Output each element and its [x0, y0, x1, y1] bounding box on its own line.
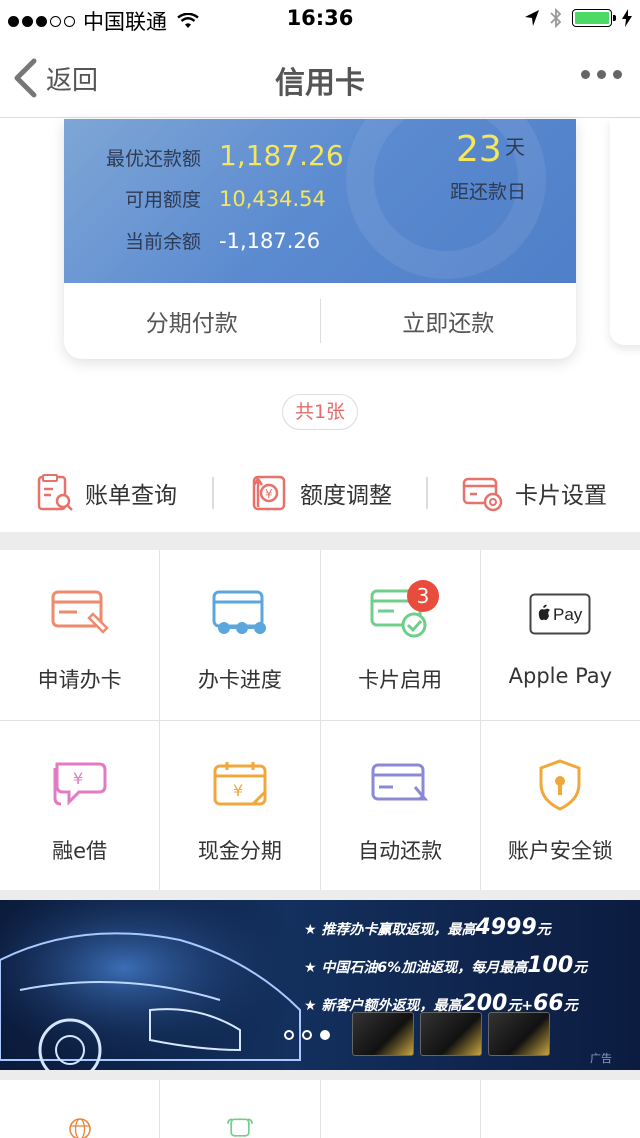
svg-text:¥: ¥: [265, 487, 273, 501]
grid-item-label: 融e借: [52, 839, 108, 863]
charging-icon: [622, 9, 632, 27]
card-progress-icon: [212, 590, 266, 634]
available-credit-value: 10,434.54: [219, 187, 326, 211]
repay-now-button[interactable]: 立即还款: [321, 304, 577, 338]
page-title: 信用卡: [275, 66, 365, 101]
available-credit-label: 可用额度: [124, 189, 201, 211]
grid-item-empty: [320, 1080, 480, 1138]
grid-item-label: 账户安全锁: [507, 839, 613, 863]
svg-text:Pay: Pay: [553, 605, 583, 624]
min-payment-label: 最优还款额: [105, 148, 201, 170]
next-card-peek[interactable]: [610, 119, 640, 345]
status-bar: 中国联通 16:36: [0, 0, 640, 40]
card-images: [352, 1012, 550, 1056]
current-balance-label: 当前余额: [124, 231, 201, 253]
cash-installment-icon: ¥: [213, 762, 267, 806]
promo-line-1: ★ 推荐办卡赢取返现，最高4999元: [304, 915, 551, 940]
credit-card-summary[interactable]: 最优还款额 1,187.26 可用额度 10,434.54 当前余额 -1,18…: [64, 119, 576, 359]
battery-icon: [572, 9, 616, 27]
grid-item-e-loan[interactable]: ¥ 融e借: [0, 721, 160, 891]
notification-badge: 3: [407, 580, 439, 612]
due-date-label: 距还款日: [450, 181, 527, 203]
svg-text:¥: ¥: [233, 781, 243, 800]
section-divider: [0, 1070, 640, 1080]
bill-query-icon: [37, 474, 73, 511]
limit-adjust-label: 额度调整: [300, 483, 392, 509]
grid-item-apply-card[interactable]: 申请办卡: [0, 550, 160, 720]
grid-item-card-progress[interactable]: 办卡进度: [160, 550, 320, 720]
grid-item-label: 自动还款: [358, 839, 443, 863]
service-grid-2: [0, 1080, 640, 1138]
card-image: [488, 1012, 550, 1056]
min-payment-value: 1,187.26: [219, 139, 344, 172]
service-grid: 申请办卡 办卡进度 卡片启用 Pay Apple Pay ¥ 融e借 ¥ 现金分…: [0, 550, 640, 891]
apple-pay-icon: Pay: [529, 593, 591, 635]
grid-item-service[interactable]: [160, 1080, 320, 1138]
grid-item-card-activate[interactable]: 卡片启用: [320, 550, 480, 720]
section-divider: [0, 532, 640, 550]
card-carousel[interactable]: 最优还款额 1,187.26 可用额度 10,434.54 当前余额 -1,18…: [0, 119, 640, 379]
grid-item-label: Apple Pay: [508, 664, 613, 688]
loan-icon: ¥: [53, 762, 107, 806]
grid-item-label: 办卡进度: [197, 668, 282, 692]
card-count-badge: 共1张: [282, 394, 358, 430]
card-image: [352, 1012, 414, 1056]
current-balance-value: -1,187.26: [219, 229, 321, 253]
section-divider: [0, 890, 640, 900]
bluetooth-icon: [550, 8, 562, 28]
navigation-bar: 返回 信用卡: [0, 40, 640, 118]
security-lock-icon: [539, 759, 581, 811]
auto-repay-icon: [371, 763, 429, 801]
bill-query-label: 账单查询: [85, 483, 177, 509]
svg-text:¥: ¥: [73, 769, 83, 788]
banner-page-indicator[interactable]: [284, 1030, 330, 1040]
more-options-button[interactable]: [581, 70, 622, 79]
days-unit: 天: [505, 135, 525, 159]
grid-item-auto-repay[interactable]: 自动还款: [320, 721, 480, 891]
card-settings-label: 卡片设置: [515, 483, 607, 509]
grid-item-apple-pay[interactable]: Pay Apple Pay: [480, 550, 640, 720]
grid-item-global[interactable]: [0, 1080, 160, 1138]
promo-text: ★ 推荐办卡赢取返现，最高4999元 ★ 中国石油6%加油返现，每月最高100元…: [304, 910, 587, 1024]
installment-button[interactable]: 分期付款: [64, 304, 320, 338]
card-settings-icon: [462, 477, 503, 512]
limit-adjust-button[interactable]: ¥ 额度调整: [214, 473, 426, 513]
grid-item-label: 现金分期: [197, 839, 282, 863]
location-arrow-icon: [525, 10, 539, 26]
grid-item-security-lock[interactable]: 账户安全锁: [480, 721, 640, 891]
grid-item-label: 卡片启用: [358, 668, 443, 692]
bill-query-button[interactable]: 账单查询: [0, 473, 212, 513]
apply-card-icon: [51, 590, 109, 634]
grid-item-empty: [480, 1080, 640, 1138]
globe-icon: [68, 1118, 91, 1138]
card-image: [420, 1012, 482, 1056]
card-info-panel: 最优还款额 1,187.26 可用额度 10,434.54 当前余额 -1,18…: [64, 119, 576, 283]
grid-item-cash-installment[interactable]: ¥ 现金分期: [160, 721, 320, 891]
days-until-due-value: 23: [456, 129, 502, 170]
limit-adjust-icon: ¥: [252, 475, 286, 511]
grid-item-label: 申请办卡: [37, 668, 122, 692]
promo-line-2: ★ 中国石油6%加油返现，每月最高100元: [304, 953, 588, 978]
car-illustration: [0, 900, 310, 1070]
ad-label: 广告: [590, 1052, 612, 1065]
gift-icon: [226, 1118, 253, 1137]
quick-actions-bar: 账单查询 ¥ 额度调整 卡片设置: [0, 456, 640, 530]
card-settings-button[interactable]: 卡片设置: [428, 473, 640, 513]
